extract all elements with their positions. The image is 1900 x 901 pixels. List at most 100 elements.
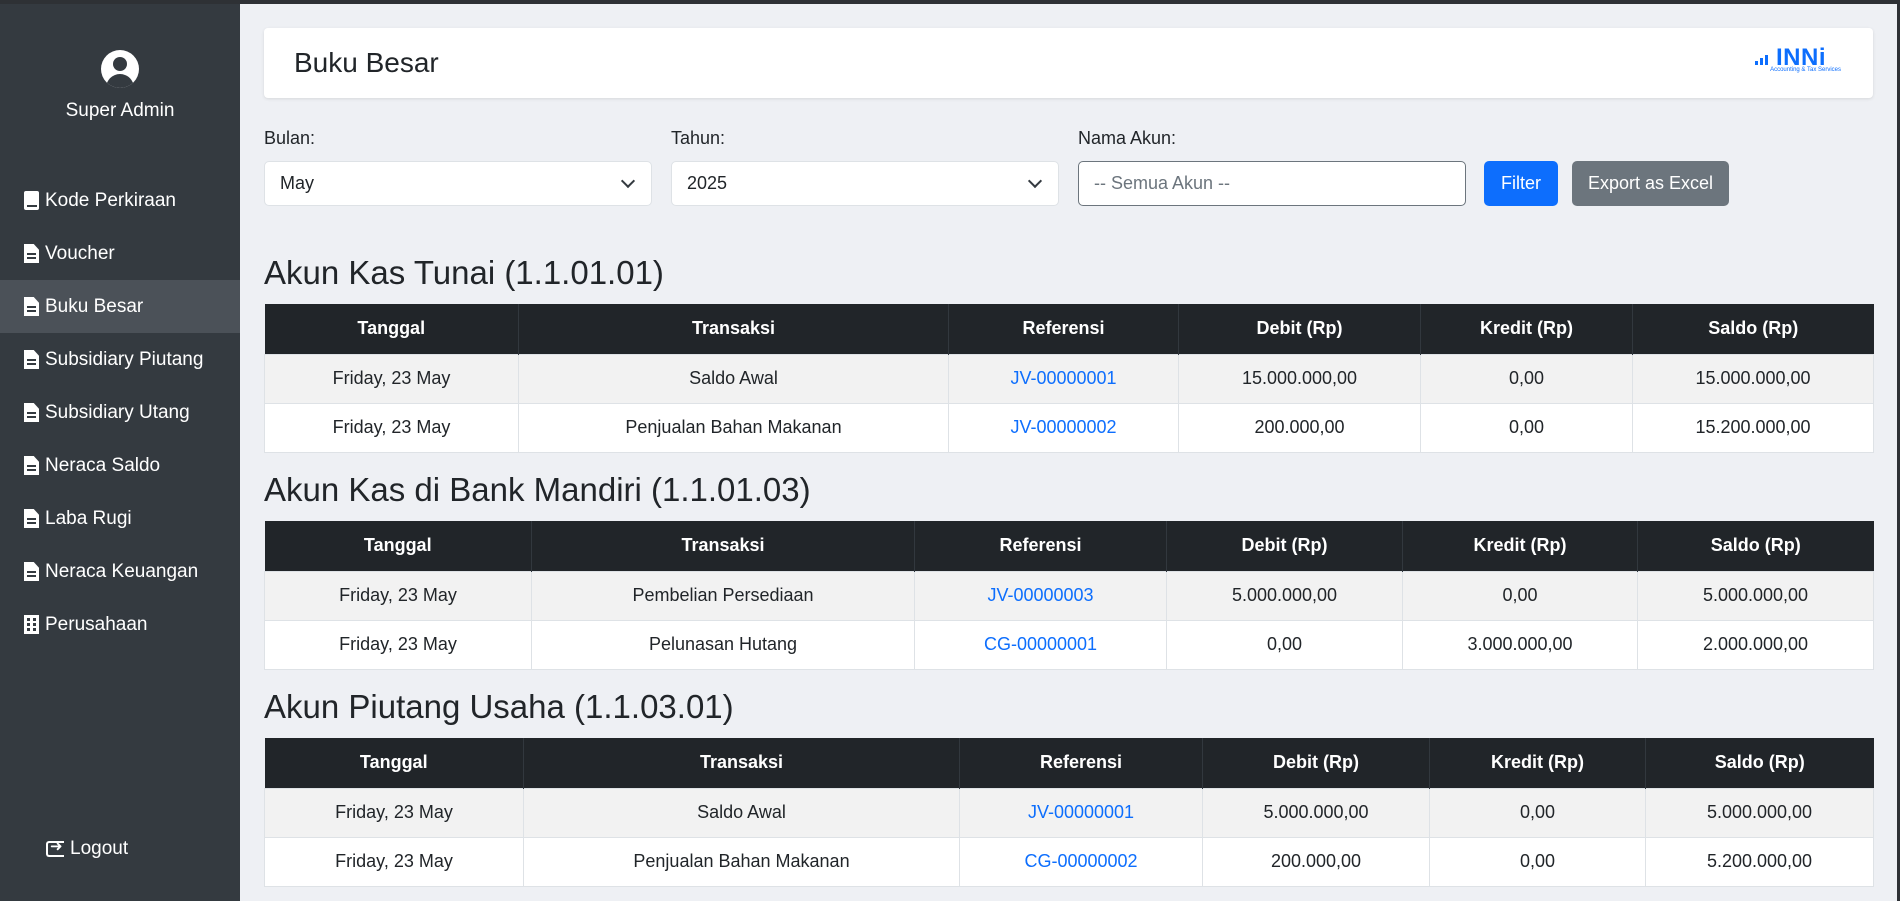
column-header: Saldo (Rp) (1632, 304, 1874, 354)
file-icon (24, 456, 39, 475)
sidebar-item-label: Subsidiary Utang (45, 401, 190, 423)
column-header: Referensi (959, 738, 1203, 788)
cell-tanggal: Friday, 23 May (264, 619, 532, 670)
chevron-down-icon (620, 173, 636, 189)
column-header: Transaksi (523, 738, 960, 788)
signal-bars-icon (1755, 53, 1773, 65)
export-excel-button[interactable]: Export as Excel (1572, 161, 1729, 206)
table-row: Friday, 23 May Saldo Awal JV-00000001 15… (264, 353, 1874, 404)
cell-transaksi: Penjualan Bahan Makanan (518, 402, 949, 453)
column-header: Kredit (Rp) (1429, 738, 1646, 788)
page-title: Buku Besar (294, 47, 439, 78)
column-header: Saldo (Rp) (1645, 738, 1874, 788)
cell-transaksi: Pembelian Persediaan (531, 570, 915, 621)
referensi-link[interactable]: CG-00000001 (984, 634, 1097, 654)
sidebar-item-label: Voucher (45, 242, 115, 264)
referensi-link[interactable]: JV-00000003 (987, 585, 1093, 605)
ledger-table: Tanggal Transaksi Referensi Debit (Rp) K… (264, 521, 1874, 670)
cell-referensi: JV-00000001 (948, 353, 1179, 404)
sidebar-item-neraca-keuangan[interactable]: Neraca Keuangan (0, 545, 240, 598)
cell-referensi: JV-00000003 (914, 570, 1167, 621)
bulan-label: Bulan: (264, 128, 316, 148)
table-header-row: Tanggal Transaksi Referensi Debit (Rp) K… (264, 738, 1874, 788)
tahun-label: Tahun: (671, 128, 726, 148)
cell-saldo: 5.200.000,00 (1645, 836, 1874, 887)
column-header: Debit (Rp) (1202, 738, 1430, 788)
referensi-link[interactable]: JV-00000001 (1028, 802, 1134, 822)
column-header: Kredit (Rp) (1402, 521, 1638, 571)
bulan-select[interactable]: May (264, 161, 652, 206)
nama-akun-label: Nama Akun: (1078, 128, 1177, 148)
column-header: Transaksi (518, 304, 949, 354)
chevron-down-icon (1027, 173, 1043, 189)
sidebar-item-laba-rugi[interactable]: Laba Rugi (0, 492, 240, 545)
cell-tanggal: Friday, 23 May (264, 353, 519, 404)
cell-debit: 200.000,00 (1178, 402, 1421, 453)
referensi-link[interactable]: CG-00000002 (1024, 851, 1137, 871)
column-header: Tanggal (264, 521, 532, 571)
sidebar-item-label: Neraca Keuangan (45, 560, 199, 582)
user-avatar-icon (101, 50, 139, 88)
sidebar-item-buku-besar[interactable]: Buku Besar (0, 280, 240, 333)
cell-transaksi: Penjualan Bahan Makanan (523, 836, 960, 887)
cell-kredit: 3.000.000,00 (1402, 619, 1638, 670)
sidebar-item-label: Buku Besar (45, 295, 144, 317)
sidebar-item-label: Kode Perkiraan (45, 189, 176, 211)
ledger-table: Tanggal Transaksi Referensi Debit (Rp) K… (264, 738, 1874, 887)
building-icon (24, 615, 39, 634)
referensi-link[interactable]: JV-00000002 (1010, 417, 1116, 437)
sidebar-item-subsidiary-piutang[interactable]: Subsidiary Piutang (0, 333, 240, 386)
window-top-border (0, 0, 1900, 4)
cell-saldo: 2.000.000,00 (1637, 619, 1874, 670)
logo-subtext: Accounting & Tax Services (1770, 67, 1841, 73)
column-header: Referensi (948, 304, 1179, 354)
filter-button[interactable]: Filter (1484, 161, 1558, 206)
cell-debit: 200.000,00 (1202, 836, 1430, 887)
sidebar: Super Admin Kode Perkiraan Voucher Buku … (0, 0, 240, 901)
book-icon (24, 191, 39, 210)
page-header: Buku Besar INNi Accounting & Tax Service… (264, 28, 1873, 98)
cell-referensi: CG-00000002 (959, 836, 1203, 887)
cell-referensi: CG-00000001 (914, 619, 1167, 670)
cell-saldo: 15.200.000,00 (1632, 402, 1874, 453)
account-title: Akun Piutang Usaha (1.1.03.01) (264, 688, 734, 725)
tahun-select[interactable]: 2025 (671, 161, 1059, 206)
cell-referensi: JV-00000001 (959, 787, 1203, 838)
cell-tanggal: Friday, 23 May (264, 836, 524, 887)
column-header: Tanggal (264, 304, 519, 354)
cell-debit: 5.000.000,00 (1166, 570, 1403, 621)
cell-saldo: 5.000.000,00 (1645, 787, 1874, 838)
table-row: Friday, 23 May Penjualan Bahan Makanan C… (264, 836, 1874, 887)
nama-akun-input[interactable] (1078, 161, 1466, 206)
user-name: Super Admin (65, 100, 175, 121)
cell-kredit: 0,00 (1429, 836, 1646, 887)
company-logo: INNi Accounting & Tax Services (1755, 44, 1841, 76)
cell-kredit: 0,00 (1402, 570, 1638, 621)
user-profile: Super Admin (0, 50, 240, 122)
table-row: Friday, 23 May Saldo Awal JV-00000001 5.… (264, 787, 1874, 838)
cell-saldo: 5.000.000,00 (1637, 570, 1874, 621)
file-invoice-icon (24, 244, 39, 263)
cell-debit: 5.000.000,00 (1202, 787, 1430, 838)
table-row: Friday, 23 May Pembelian Persediaan JV-0… (264, 570, 1874, 621)
logout-label: Logout (70, 838, 129, 859)
account-title: Akun Kas Tunai (1.1.01.01) (264, 254, 664, 291)
file-icon (24, 297, 39, 316)
cell-tanggal: Friday, 23 May (264, 570, 532, 621)
referensi-link[interactable]: JV-00000001 (1010, 368, 1116, 388)
column-header: Debit (Rp) (1166, 521, 1403, 571)
ledger-table: Tanggal Transaksi Referensi Debit (Rp) K… (264, 304, 1874, 453)
sidebar-item-perusahaan[interactable]: Perusahaan (0, 598, 240, 651)
sidebar-item-subsidiary-utang[interactable]: Subsidiary Utang (0, 386, 240, 439)
logout-link[interactable]: Logout (46, 837, 129, 860)
sign-out-icon (46, 837, 64, 857)
sidebar-item-kode-perkiraan[interactable]: Kode Perkiraan (0, 174, 240, 227)
column-header: Referensi (914, 521, 1167, 571)
sidebar-item-voucher[interactable]: Voucher (0, 227, 240, 280)
cell-debit: 0,00 (1166, 619, 1403, 670)
cell-transaksi: Saldo Awal (523, 787, 960, 838)
cell-tanggal: Friday, 23 May (264, 787, 524, 838)
column-header: Tanggal (264, 738, 524, 788)
sidebar-item-label: Subsidiary Piutang (45, 348, 204, 370)
sidebar-item-neraca-saldo[interactable]: Neraca Saldo (0, 439, 240, 492)
